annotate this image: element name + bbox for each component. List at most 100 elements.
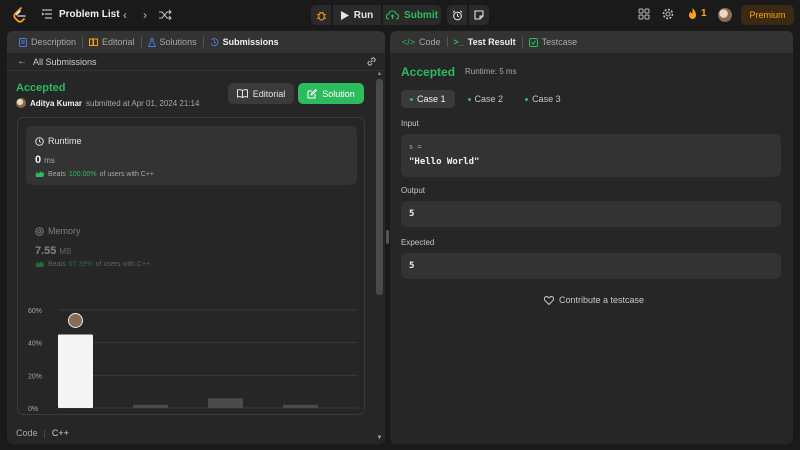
memory-beats-prefix: Beats: [48, 260, 66, 268]
submit-label: Submit: [404, 9, 438, 21]
grid-layout-icon[interactable]: [638, 8, 650, 20]
runtime-distribution-chart[interactable]: 60%40%20%0%1ms2ms3ms: [28, 290, 358, 412]
memory-beats-pct: 67.39%: [68, 260, 93, 268]
case-tab-1[interactable]: Case 1: [401, 90, 455, 108]
test-result-panel: </> Code >_ Test Result Testcase Accepte…: [390, 31, 793, 444]
gear-icon[interactable]: [662, 8, 674, 20]
case-tab-3-label: Case 3: [532, 94, 561, 104]
timer-button[interactable]: [447, 5, 467, 25]
case-tab-1-label: Case 1: [417, 94, 446, 104]
link-icon[interactable]: [366, 56, 377, 67]
runtime-number: 0: [35, 154, 42, 166]
next-problem-chevron-right-icon[interactable]: ›: [138, 8, 152, 22]
editorial-button[interactable]: Editorial: [228, 83, 294, 104]
contribute-testcase-link[interactable]: Contribute a testcase: [544, 295, 644, 305]
tab-solutions-label: Solutions: [159, 37, 197, 47]
tab-code[interactable]: </> Code: [398, 31, 445, 53]
arrow-left-icon: ←: [17, 56, 27, 67]
fire-icon: [689, 8, 696, 19]
heart-icon: [544, 295, 554, 305]
memory-value: 7.55 MB: [35, 245, 71, 257]
prev-problem-chevron-left-icon[interactable]: ‹: [118, 8, 132, 22]
hands-clap-icon: [35, 171, 44, 177]
clock-icon: [35, 136, 44, 146]
input-label: Input: [401, 119, 419, 128]
runtime-card[interactable]: Runtime 0 ms Beats 100.00% of users with …: [26, 126, 357, 185]
runtime-beats-pct: 100.00%: [68, 170, 97, 178]
submitter-info: Aditya Kumar submitted at Apr 01, 2024 2…: [16, 98, 199, 108]
memory-title-label: Memory: [48, 226, 81, 236]
case-tab-2[interactable]: Case 2: [459, 90, 513, 108]
streak-counter[interactable]: 1: [688, 8, 707, 19]
hands-clap-icon: [35, 261, 44, 267]
chart-bar[interactable]: [208, 398, 243, 408]
chart-y-tick-label: 0%: [28, 406, 38, 412]
problem-list-link[interactable]: Problem List: [41, 8, 120, 20]
case-tabs: Case 1 Case 2 Case 3: [401, 90, 570, 108]
top-bar: Problem List ‹ › Run Submit 1 Premium: [0, 0, 800, 30]
passed-dot-icon: [525, 97, 529, 101]
chart-y-tick-label: 60%: [28, 308, 42, 315]
memory-number: 7.55: [35, 245, 57, 257]
submitter-name[interactable]: Aditya Kumar: [30, 99, 82, 108]
memory-beats: Beats 67.39% of users with C++: [35, 260, 150, 268]
premium-button[interactable]: Premium: [741, 5, 794, 25]
alarm-clock-icon: [452, 10, 462, 20]
shuffle-icon[interactable]: [158, 8, 172, 22]
chart-bar[interactable]: [133, 404, 168, 408]
submitted-time: submitted at Apr 01, 2024 21:14: [86, 98, 200, 108]
problem-list-label: Problem List: [59, 8, 120, 20]
chart-y-tick-label: 40%: [28, 341, 42, 348]
submit-button[interactable]: Submit: [383, 5, 441, 25]
user-avatar[interactable]: [718, 8, 732, 22]
tab-solutions[interactable]: Solutions: [144, 31, 201, 53]
input-box[interactable]: s = "Hello World": [401, 134, 781, 177]
all-submissions-label: All Submissions: [33, 56, 97, 67]
all-submissions-link[interactable]: ← All Submissions: [7, 53, 385, 71]
tab-description[interactable]: Description: [15, 31, 80, 53]
tab-divider: [82, 37, 84, 47]
play-icon: [340, 10, 349, 20]
note-icon: [474, 10, 484, 20]
runtime-beats-suffix: of users with C++: [99, 170, 155, 178]
panel-resize-handle[interactable]: [386, 230, 389, 244]
list-icon: [41, 9, 52, 19]
output-value: 5: [409, 209, 415, 219]
leetcode-logo-icon[interactable]: [12, 7, 28, 23]
debug-button[interactable]: [311, 5, 331, 25]
scroll-up-arrow-icon[interactable]: ▲: [376, 71, 383, 78]
flask-icon: [147, 37, 156, 47]
code-label: Code: [16, 428, 38, 438]
history-icon: [210, 37, 218, 46]
tab-test-result[interactable]: >_ Test Result: [450, 31, 520, 53]
case-tab-2-label: Case 2: [474, 94, 504, 104]
submitter-avatar[interactable]: [16, 98, 26, 108]
tab-submissions[interactable]: Submissions: [206, 31, 283, 53]
runtime-beats: Beats 100.00% of users with C++: [35, 170, 154, 178]
expected-label: Expected: [401, 238, 435, 247]
streak-count: 1: [701, 8, 707, 19]
left-scrollbar[interactable]: ▲ ▼: [376, 71, 383, 443]
terminal-icon: >_: [453, 37, 464, 47]
run-button[interactable]: Run: [333, 5, 381, 25]
case-tab-3[interactable]: Case 3: [516, 90, 570, 108]
scroll-down-arrow-icon[interactable]: ▼: [376, 435, 383, 442]
run-label: Run: [353, 9, 374, 21]
chart-bar[interactable]: [283, 404, 318, 408]
chart-bar[interactable]: [58, 334, 93, 409]
input-value: "Hello World": [409, 157, 480, 167]
code-brackets-icon: </>: [402, 37, 416, 47]
tab-testcase[interactable]: Testcase: [525, 31, 582, 53]
notes-button[interactable]: [469, 5, 489, 25]
runtime-title: Runtime: [35, 136, 82, 146]
book-open-icon: [236, 89, 248, 98]
output-box[interactable]: 5: [401, 201, 781, 227]
output-label: Output: [401, 186, 426, 195]
scroll-thumb[interactable]: [376, 79, 383, 295]
runtime-unit: ms: [44, 156, 55, 165]
tab-test-result-label: Test Result: [467, 37, 516, 47]
book-icon: [89, 38, 99, 46]
tab-editorial[interactable]: Editorial: [85, 31, 139, 53]
solution-button[interactable]: Solution: [298, 83, 364, 104]
expected-box[interactable]: 5: [401, 253, 781, 279]
